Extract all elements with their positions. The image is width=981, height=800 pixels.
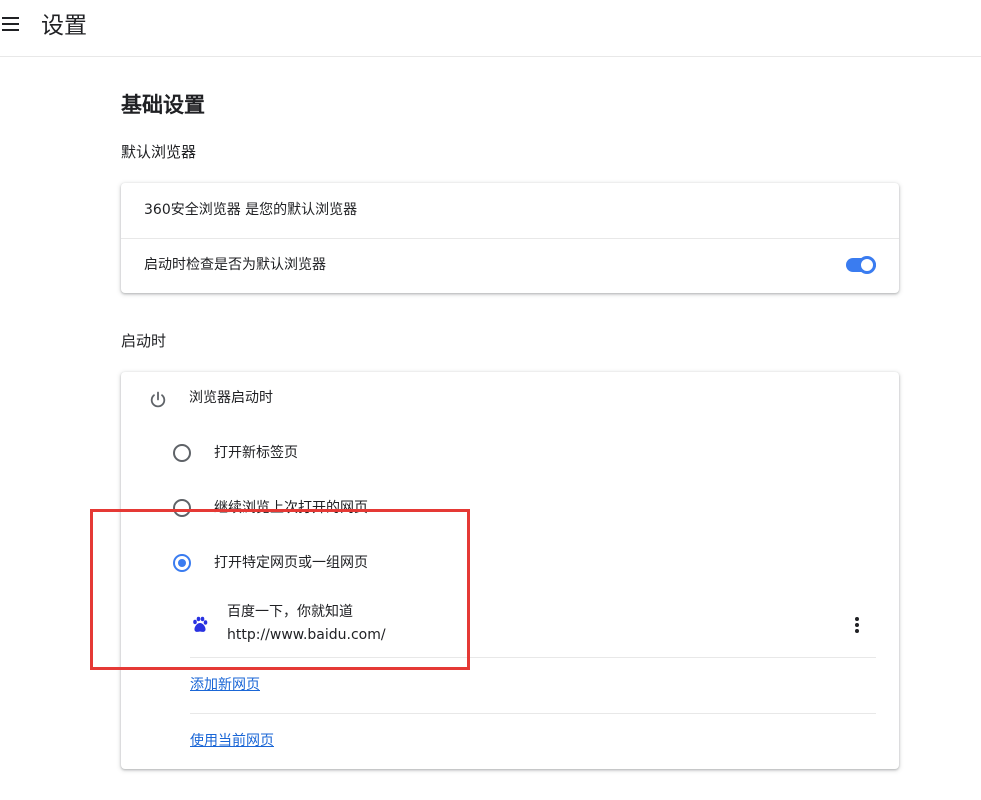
- startup-page-title: 百度一下，你就知道: [227, 604, 353, 620]
- radio-specific-pages-label[interactable]: 打开特定网页或一组网页: [214, 553, 368, 573]
- section-title-basic: 基础设置: [121, 93, 205, 117]
- top-bar: 设置: [0, 0, 981, 57]
- startup-group-label: 浏览器启动时: [189, 390, 273, 406]
- check-default-label: 启动时检查是否为默认浏览器: [144, 257, 326, 273]
- menu-icon[interactable]: [2, 17, 20, 31]
- radio-new-tab-label[interactable]: 打开新标签页: [214, 443, 298, 463]
- add-page-link[interactable]: 添加新网页: [190, 675, 260, 695]
- startup-heading: 启动时: [121, 332, 167, 350]
- check-default-row[interactable]: 启动时检查是否为默认浏览器: [121, 239, 899, 293]
- default-browser-card: 360安全浏览器 是您的默认浏览器 启动时检查是否为默认浏览器: [121, 183, 899, 293]
- default-browser-heading: 默认浏览器: [121, 143, 197, 161]
- power-icon: [150, 391, 166, 408]
- check-default-toggle[interactable]: [846, 256, 876, 274]
- page-title: 设置: [41, 13, 87, 39]
- startup-card: 浏览器启动时 打开新标签页 继续浏览上次打开的网页 打开特定网页或一组网页 百度…: [121, 372, 899, 769]
- default-browser-status-text: 360安全浏览器 是您的默认浏览器: [144, 202, 358, 218]
- default-browser-status-row: 360安全浏览器 是您的默认浏览器: [121, 183, 899, 238]
- divider: [190, 713, 876, 714]
- use-current-pages-link[interactable]: 使用当前网页: [190, 731, 274, 751]
- radio-continue-session-label[interactable]: 继续浏览上次打开的网页: [214, 498, 368, 518]
- startup-page-url: http://www.baidu.com/: [227, 627, 386, 643]
- radio-continue-session[interactable]: [173, 499, 191, 517]
- baidu-paw-icon: [193, 616, 208, 632]
- more-actions-icon[interactable]: [847, 612, 867, 636]
- divider: [190, 657, 876, 658]
- radio-specific-pages[interactable]: [173, 554, 191, 572]
- radio-new-tab[interactable]: [173, 444, 191, 462]
